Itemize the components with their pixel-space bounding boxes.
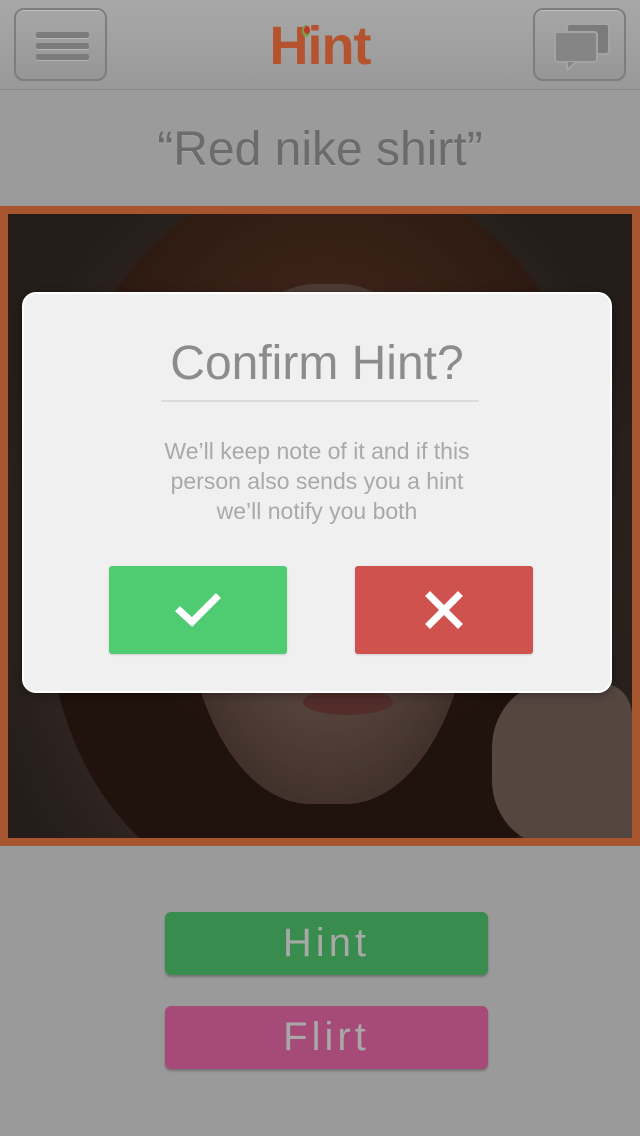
dialog-divider	[161, 400, 479, 402]
hint-button[interactable]: Hint	[165, 912, 488, 975]
logo-text: Hint	[269, 16, 372, 76]
hint-text: “Red nike shirt”	[157, 123, 483, 176]
confirm-button[interactable]	[109, 566, 287, 654]
app-header: Hint	[0, 0, 640, 90]
dialog-message-line: We’ll keep note of it and if this	[164, 438, 470, 464]
dialog-message-line: person also sends you a hint	[170, 468, 464, 494]
dialog-title: Confirm Hint?	[170, 337, 464, 390]
app-logo: Hint	[240, 16, 400, 76]
flirt-button[interactable]: Flirt	[165, 1006, 488, 1069]
menu-button[interactable]	[14, 8, 107, 81]
close-icon	[425, 591, 463, 629]
chat-bubbles-icon	[554, 23, 610, 71]
check-icon	[175, 593, 221, 627]
confirm-hint-dialog: Confirm Hint? We’ll keep note of it and …	[22, 292, 612, 693]
messages-button[interactable]	[533, 8, 626, 81]
logo-leaf-icon	[302, 25, 310, 37]
dialog-message: We’ll keep note of it and if this person…	[114, 436, 520, 526]
menu-icon	[36, 32, 89, 60]
dialog-message-line: we’ll notify you both	[216, 498, 418, 524]
cancel-button[interactable]	[355, 566, 533, 654]
